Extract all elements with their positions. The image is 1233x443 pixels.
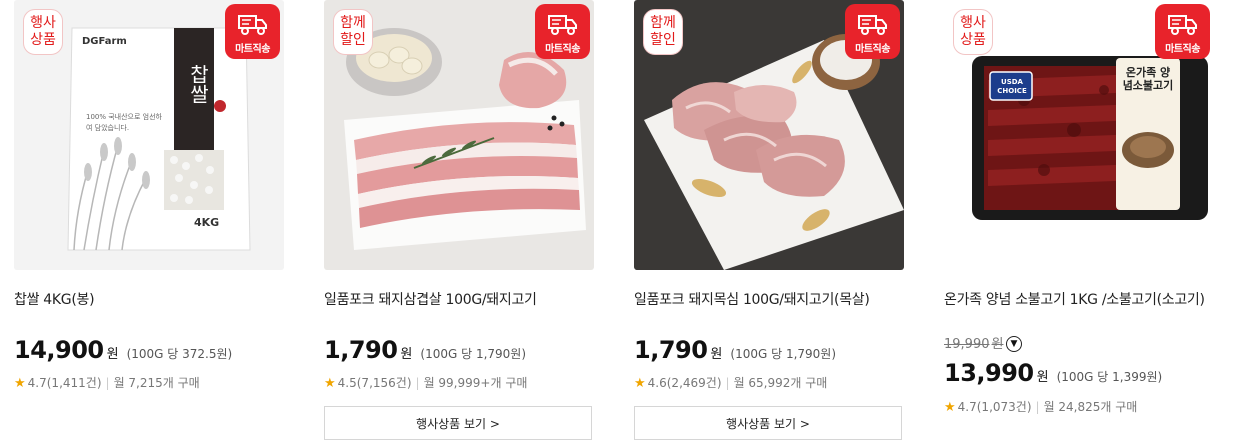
package-subtitle: 100% 국내산으로 엄선하여 담았습니다.: [86, 113, 162, 132]
original-price: 19,990 원: [944, 337, 1004, 352]
product-name[interactable]: 일품포크 돼지삼겹살 100G/돼지고기: [324, 289, 586, 311]
divider: |: [725, 376, 730, 390]
product-image[interactable]: 함께할인 마트직송: [324, 0, 594, 270]
sale-price: 1,790: [324, 336, 398, 364]
view-event-products-button[interactable]: 행사상품 보기 >: [634, 406, 902, 440]
truck-icon: [1168, 15, 1197, 35]
review-count: (2,469건): [666, 376, 722, 390]
divider: |: [1035, 400, 1040, 414]
sale-price: 13,990: [944, 359, 1034, 387]
price-row: 13,990 원 (100G 당 1,399원): [944, 359, 1162, 387]
product-card-pork-neck[interactable]: 함께할인 마트직송 일품포크 돼지목심 100G/돼지고기(목살) 1,790 원…: [634, 0, 904, 440]
product-card-bulgogi[interactable]: USDA CHOICE 온가족 양념소불고기 행사상품 마트직송 온가족 양념 …: [944, 0, 1214, 415]
package-weight: 4KG: [194, 216, 220, 229]
unit-price: (100G 당 1,790원): [730, 347, 837, 361]
sale-price: 1,790: [634, 336, 708, 364]
currency: 원: [106, 347, 119, 362]
price-row: 1,790 원 (100G 당 1,790원): [324, 336, 526, 364]
package-title: 찹쌀: [186, 64, 210, 104]
review-count: (1,073건): [976, 400, 1032, 414]
star-icon: ★: [324, 376, 336, 391]
divider: |: [105, 376, 110, 390]
rating-row: ★ 4.7(1,073건) | 월 24,825개 구매: [944, 398, 1137, 415]
truck-icon: [238, 15, 267, 35]
truck-icon: [858, 15, 887, 35]
star-icon: ★: [944, 400, 956, 415]
price-row: 14,900 원 (100G 당 372.5원): [14, 336, 232, 364]
currency: 원: [1036, 370, 1049, 385]
rating-value: 4.7: [27, 376, 47, 390]
review-count: (1,411건): [46, 376, 102, 390]
mart-direct-badge: 마트직송: [1155, 4, 1210, 59]
star-icon: ★: [634, 376, 646, 391]
rating-value: 4.5: [337, 376, 357, 390]
mart-direct-badge: 마트직송: [225, 4, 280, 59]
view-event-products-button[interactable]: 행사상품 보기 >: [324, 406, 592, 440]
rating-value: 4.7: [957, 400, 977, 414]
unit-price: (100G 당 1,790원): [420, 347, 527, 361]
product-image[interactable]: USDA CHOICE 온가족 양념소불고기 행사상품 마트직송: [944, 0, 1214, 270]
monthly-sales: 월 99,999+개 구매: [423, 376, 528, 390]
rating-value: 4.6: [647, 376, 667, 390]
event-badge: 행사상품: [23, 9, 63, 55]
unit-price: (100G 당 372.5원): [126, 347, 233, 361]
currency: 원: [710, 347, 723, 362]
product-image[interactable]: DGFarm 찹쌀 100% 국내산으로 엄선하여 담았습니다. 4KG 행사상…: [14, 0, 284, 270]
rating-row: ★ 4.6(2,469건) | 월 65,992개 구매: [634, 374, 827, 391]
product-name[interactable]: 찹쌀 4KG(봉): [14, 289, 276, 311]
price-detail-toggle-icon[interactable]: ▼: [1006, 336, 1022, 352]
product-image[interactable]: 함께할인 마트직송: [634, 0, 904, 270]
monthly-sales: 월 24,825개 구매: [1043, 400, 1138, 414]
monthly-sales: 월 65,992개 구매: [733, 376, 828, 390]
star-icon: ★: [14, 376, 26, 391]
event-badge: 행사상품: [953, 9, 993, 55]
mart-direct-badge: 마트직송: [535, 4, 590, 59]
mart-direct-badge: 마트직송: [845, 4, 900, 59]
price-row: 1,790 원 (100G 당 1,790원): [634, 336, 836, 364]
package-tag: USDA CHOICE: [997, 78, 1027, 95]
package-brand: DGFarm: [82, 36, 127, 47]
product-name[interactable]: 일품포크 돼지목심 100G/돼지고기(목살): [634, 289, 896, 311]
unit-price: (100G 당 1,399원): [1056, 370, 1163, 384]
review-count: (7,156건): [356, 376, 412, 390]
product-name[interactable]: 온가족 양념 소불고기 1KG /소불고기(소고기): [944, 289, 1206, 311]
divider: |: [415, 376, 420, 390]
sale-price: 14,900: [14, 336, 104, 364]
rating-row: ★ 4.5(7,156건) | 월 99,999+개 구매: [324, 374, 527, 391]
rating-row: ★ 4.7(1,411건) | 월 7,215개 구매: [14, 374, 200, 391]
package-label: 온가족 양념소불고기: [1122, 66, 1174, 92]
event-badge: 함께할인: [643, 9, 683, 55]
currency: 원: [400, 347, 413, 362]
monthly-sales: 월 7,215개 구매: [113, 376, 200, 390]
event-badge: 함께할인: [333, 9, 373, 55]
truck-icon: [548, 15, 577, 35]
product-card-rice[interactable]: DGFarm 찹쌀 100% 국내산으로 엄선하여 담았습니다. 4KG 행사상…: [14, 0, 284, 391]
product-card-pork-belly[interactable]: 함께할인 마트직송 일품포크 돼지삼겹살 100G/돼지고기 1,790 원 (10…: [324, 0, 594, 440]
